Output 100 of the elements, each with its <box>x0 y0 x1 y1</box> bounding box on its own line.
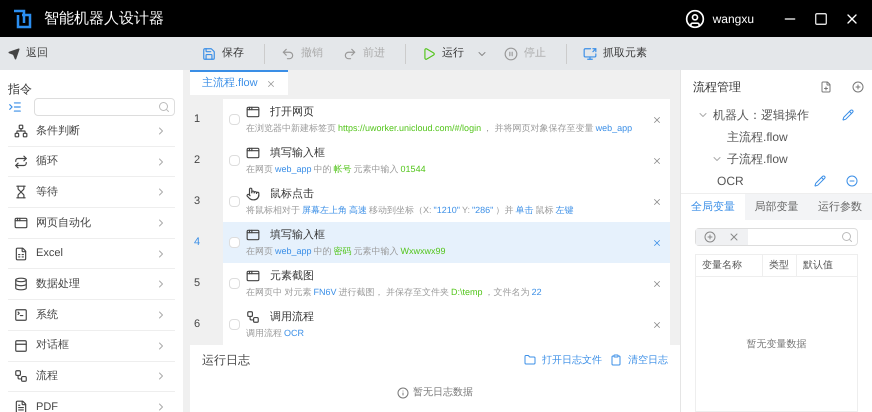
delete-icon[interactable] <box>652 320 662 330</box>
indent-icon[interactable] <box>8 100 22 114</box>
step-description: 在浏览器中新建标签页 https://uworker.unicloud.com/#/login ， 并将网页对象保存至变量 web_app <box>246 122 634 135</box>
delete-icon[interactable] <box>652 196 662 206</box>
line-number: 3 <box>193 194 202 210</box>
tree-item[interactable]: OCR <box>717 172 744 190</box>
checkbox[interactable] <box>229 155 240 166</box>
document-icon <box>14 400 28 412</box>
tree-item[interactable]: 子流程.flow <box>727 150 788 168</box>
step-title: 打开网页 <box>270 104 314 120</box>
toolbar-button[interactable]: 抓取元素 <box>583 45 647 62</box>
step-title: 填写输入框 <box>270 146 325 160</box>
search-icon <box>841 231 853 243</box>
edit-icon[interactable] <box>842 109 854 121</box>
logo-icon <box>12 8 32 28</box>
command-label: 循环 <box>36 154 58 170</box>
command-label: 对话框 <box>36 338 69 354</box>
command-item[interactable]: PDF <box>8 392 175 412</box>
new-file-icon[interactable] <box>820 81 832 93</box>
variable-tab[interactable]: 局部变量 <box>744 194 808 220</box>
delete-icon[interactable] <box>652 278 662 288</box>
step-card[interactable]: 填写输入框 在网页 web_app 中的 帐号 元素中输入 01544 <box>223 140 670 181</box>
flow-icon <box>246 310 260 324</box>
delete-icon[interactable] <box>728 231 740 243</box>
command-item[interactable]: 网页自动化 <box>8 208 175 239</box>
command-label: PDF <box>36 400 58 412</box>
command-item[interactable]: 对话框 <box>8 330 175 362</box>
command-item[interactable]: Excel <box>8 238 175 270</box>
command-item[interactable]: 数据处理 <box>8 269 175 300</box>
delete-icon[interactable] <box>652 114 662 124</box>
log-title: 运行日志 <box>202 352 250 369</box>
command-label: 条件判断 <box>36 124 80 139</box>
command-label: 系统 <box>36 308 58 323</box>
column-header: 默认值 <box>802 259 834 273</box>
panel-title: 流程管理 <box>693 79 741 96</box>
avatar-icon <box>684 8 705 28</box>
toolbar-button[interactable]: 运行 <box>422 45 464 62</box>
checkbox[interactable] <box>229 237 240 248</box>
database-icon <box>14 277 28 292</box>
spreadsheet-icon <box>14 246 28 261</box>
delete-icon[interactable] <box>652 238 662 248</box>
line-number: 4 <box>193 235 202 250</box>
empty-log-text: 暂无日志数据 <box>413 386 473 400</box>
command-item[interactable]: 循环 <box>8 146 175 178</box>
tree-item[interactable]: 机器人：逻辑操作 <box>713 106 809 124</box>
command-label: 数据处理 <box>36 277 80 292</box>
search-field[interactable] <box>34 98 175 116</box>
repeat-icon <box>14 154 28 169</box>
delete-icon[interactable] <box>652 156 662 166</box>
line-number: 1 <box>193 112 202 128</box>
empty-variables-text: 暂无变量数据 <box>746 338 806 352</box>
step-title: 元素截图 <box>270 268 314 284</box>
step-card[interactable]: 填写输入框 在网页 web_app 中的 密码 元素中输入 Wxwxwx99 <box>223 222 670 263</box>
column-header: 变量名称 <box>696 255 763 276</box>
line-number: 6 <box>193 317 202 332</box>
command-label: Excel <box>36 246 63 262</box>
variable-tab[interactable]: 运行参数 <box>808 194 872 220</box>
step-card[interactable]: 元素截图 在网页中 对元素 FN6V 进行截图， 并保存至文件夹 D:\temp ，文件名为 22 <box>223 263 670 304</box>
add-icon[interactable] <box>704 231 716 243</box>
command-item[interactable]: 等待 <box>8 177 175 208</box>
browser-window-icon <box>246 268 260 283</box>
save-icon <box>202 46 216 60</box>
dialog-icon <box>14 338 28 353</box>
column-header: 类型 <box>763 255 797 276</box>
step-card[interactable]: 打开网页 在浏览器中新建标签页 https://uworker.unicloud.com/#/login ， 并将网页对象保存至变量 web_app <box>223 99 670 140</box>
send-icon <box>8 48 20 60</box>
checkbox[interactable] <box>229 278 240 289</box>
clipboard-icon <box>610 354 622 366</box>
terminal-icon <box>14 308 28 322</box>
step-description: 调用流程 OCR <box>246 327 305 340</box>
maximize-icon[interactable] <box>814 12 828 26</box>
search-icon <box>158 101 170 113</box>
back-button[interactable]: 返回 <box>8 45 48 62</box>
step-card[interactable]: 鼠标点击 将鼠标相对于 屏幕左上角 高速 移动到坐标（X: "1210" Y: "286" ）并 单击 鼠标 左键 <box>223 181 670 222</box>
window-title: 智能机器人设计器 <box>44 8 164 30</box>
hourglass-icon <box>14 185 28 200</box>
clear-log-link[interactable]: 清空日志 <box>610 352 668 368</box>
redo-icon <box>343 46 357 60</box>
remove-icon[interactable] <box>846 175 858 187</box>
step-description: 在网页 web_app 中的 密码 元素中输入 Wxwxwx99 <box>246 245 447 258</box>
command-item[interactable]: 条件判断 <box>8 116 175 147</box>
step-title: 鼠标点击 <box>270 186 314 202</box>
checkbox[interactable] <box>229 114 240 125</box>
step-card[interactable]: 调用流程 调用流程 OCR <box>223 304 670 345</box>
edit-icon[interactable] <box>814 175 826 187</box>
checkbox[interactable] <box>229 196 240 207</box>
browser-window-icon <box>14 216 28 230</box>
command-item[interactable]: 系统 <box>8 300 175 331</box>
screen-icon <box>583 46 597 60</box>
flow-icon <box>14 369 28 384</box>
pause-icon <box>504 46 518 60</box>
panel-title: 指令 <box>7 81 33 98</box>
command-label: 等待 <box>36 184 58 200</box>
command-item[interactable]: 流程 <box>8 362 175 392</box>
tree-item[interactable]: 主流程.flow <box>727 128 788 146</box>
checkbox[interactable] <box>229 319 240 330</box>
browser-window-icon <box>246 146 260 160</box>
info-icon <box>397 386 409 398</box>
add-icon[interactable] <box>852 81 864 93</box>
toolbar-button[interactable]: 保存 <box>202 45 244 62</box>
